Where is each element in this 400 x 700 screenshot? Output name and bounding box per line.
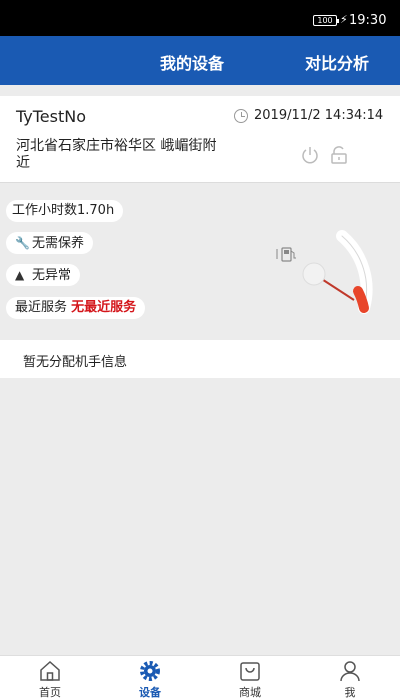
status-time: 19:30 [349, 13, 387, 28]
tab-mall[interactable]: 商城 [200, 656, 300, 700]
gear-icon [140, 661, 160, 681]
tab-home-label: 首页 [39, 686, 61, 699]
operator-info: 暂无分配机手信息 [0, 340, 400, 378]
work-hours-badge: 工作小时数1.70h [6, 200, 124, 222]
home-icon [40, 660, 60, 681]
device-name: TyTestNo [16, 107, 87, 126]
warning-icon: ▲ [15, 268, 25, 282]
recent-service-label: 最近服务 [15, 300, 68, 315]
tab-device-label: 设备 [139, 686, 161, 699]
app-header: 我的设备 对比分析 [0, 36, 400, 85]
recent-service-badge: 最近服务 无最近服务 [6, 297, 146, 319]
lock-icon[interactable] [330, 145, 348, 165]
tab-device[interactable]: 设备 [100, 656, 200, 700]
tab-me[interactable]: 我 [300, 656, 400, 700]
clock-icon [234, 109, 248, 123]
status-bar: 100 ⚡ 19:30 [0, 0, 400, 36]
operator-text: 暂无分配机手信息 [23, 355, 128, 370]
tab-my-devices[interactable]: 我的设备 [160, 50, 224, 74]
battery-icon: 100 [313, 15, 339, 26]
bottom-tab-bar: 首页 设备 商城 我 [0, 655, 400, 700]
abnormal-text: 无异常 [32, 268, 72, 283]
device-card[interactable]: TyTestNo 2019/11/2 14:34:14 河北省石家庄市裕华区 峨… [0, 96, 400, 183]
maintenance-badge: 🔧 无需保养 [6, 232, 94, 254]
charging-icon: ⚡ [340, 13, 348, 26]
tab-mall-label: 商城 [239, 686, 261, 699]
shopping-bag-icon [240, 662, 260, 681]
tab-compare-analysis[interactable]: 对比分析 [305, 50, 369, 74]
power-icon[interactable] [300, 145, 320, 165]
abnormal-badge: ▲ 无异常 [6, 264, 81, 286]
tab-home[interactable]: 首页 [0, 656, 100, 700]
wrench-icon: 🔧 [15, 236, 30, 250]
recent-service-value: 无最近服务 [71, 300, 137, 315]
device-address: 河北省石家庄市裕华区 峨嵋街附近 [16, 138, 217, 171]
fuel-gauge [302, 230, 373, 314]
tab-me-label: 我 [344, 686, 356, 699]
maintenance-text: 无需保养 [32, 236, 85, 251]
device-time: 2019/11/2 14:34:14 [254, 108, 384, 123]
user-icon [340, 661, 360, 682]
